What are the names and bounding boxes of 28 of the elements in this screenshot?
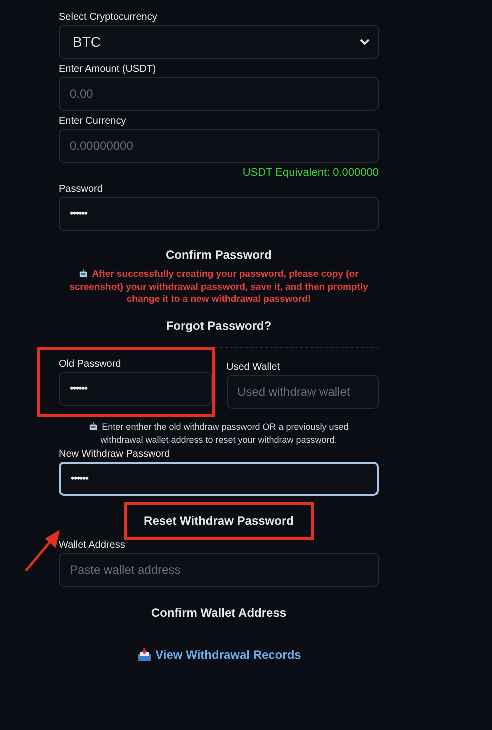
robot-icon bbox=[89, 422, 98, 430]
reset-password-button[interactable]: Reset Withdraw Password bbox=[124, 502, 314, 540]
field-label: Enter Amount (USDT) bbox=[59, 64, 156, 76]
input-field[interactable]: •••••• bbox=[59, 372, 212, 406]
input-field[interactable]: 0.00 bbox=[59, 77, 379, 111]
confirm-wallet-button[interactable]: Confirm Wallet Address bbox=[143, 602, 295, 624]
field-label: Enter Currency bbox=[59, 116, 126, 128]
input-field[interactable]: Used withdraw wallet bbox=[226, 374, 379, 408]
input-field[interactable]: Paste wallet address bbox=[59, 552, 379, 586]
hint-text: Enter enther the old withdraw password OR a previously used withdrawal wallet address to reset your withdraw password. bbox=[59, 420, 379, 446]
warning-text: After successfully creating your password, please copy (or screenshot) your withdrawal password, save it, and then promptly change it to a new withdrawal password! bbox=[68, 269, 370, 306]
robot-icon bbox=[79, 269, 88, 278]
inbox-tray-icon bbox=[136, 648, 152, 661]
records-link[interactable]: View Withdrawal Records bbox=[136, 648, 302, 662]
input-field[interactable]: 0.00000000 bbox=[59, 129, 379, 163]
dropdown[interactable]: BTC bbox=[59, 25, 379, 59]
section-title: Forgot Password? bbox=[166, 318, 272, 332]
input-field[interactable]: •••••• bbox=[59, 462, 379, 496]
chevron-down-icon bbox=[360, 38, 370, 46]
field-label: Password bbox=[59, 184, 103, 196]
confirm-password-button[interactable]: Confirm Password bbox=[158, 244, 280, 266]
field-label: Used Wallet bbox=[226, 362, 280, 374]
input-field[interactable]: •••••• bbox=[59, 197, 379, 231]
equivalent-text: USDT Equivalent: 0.000000 bbox=[242, 167, 379, 179]
field-label: Old Password bbox=[59, 358, 122, 370]
field-label: New Withdraw Password bbox=[59, 448, 170, 460]
field-label: Select Cryptocurrency bbox=[59, 12, 158, 24]
field-label: Wallet Address bbox=[59, 540, 126, 552]
